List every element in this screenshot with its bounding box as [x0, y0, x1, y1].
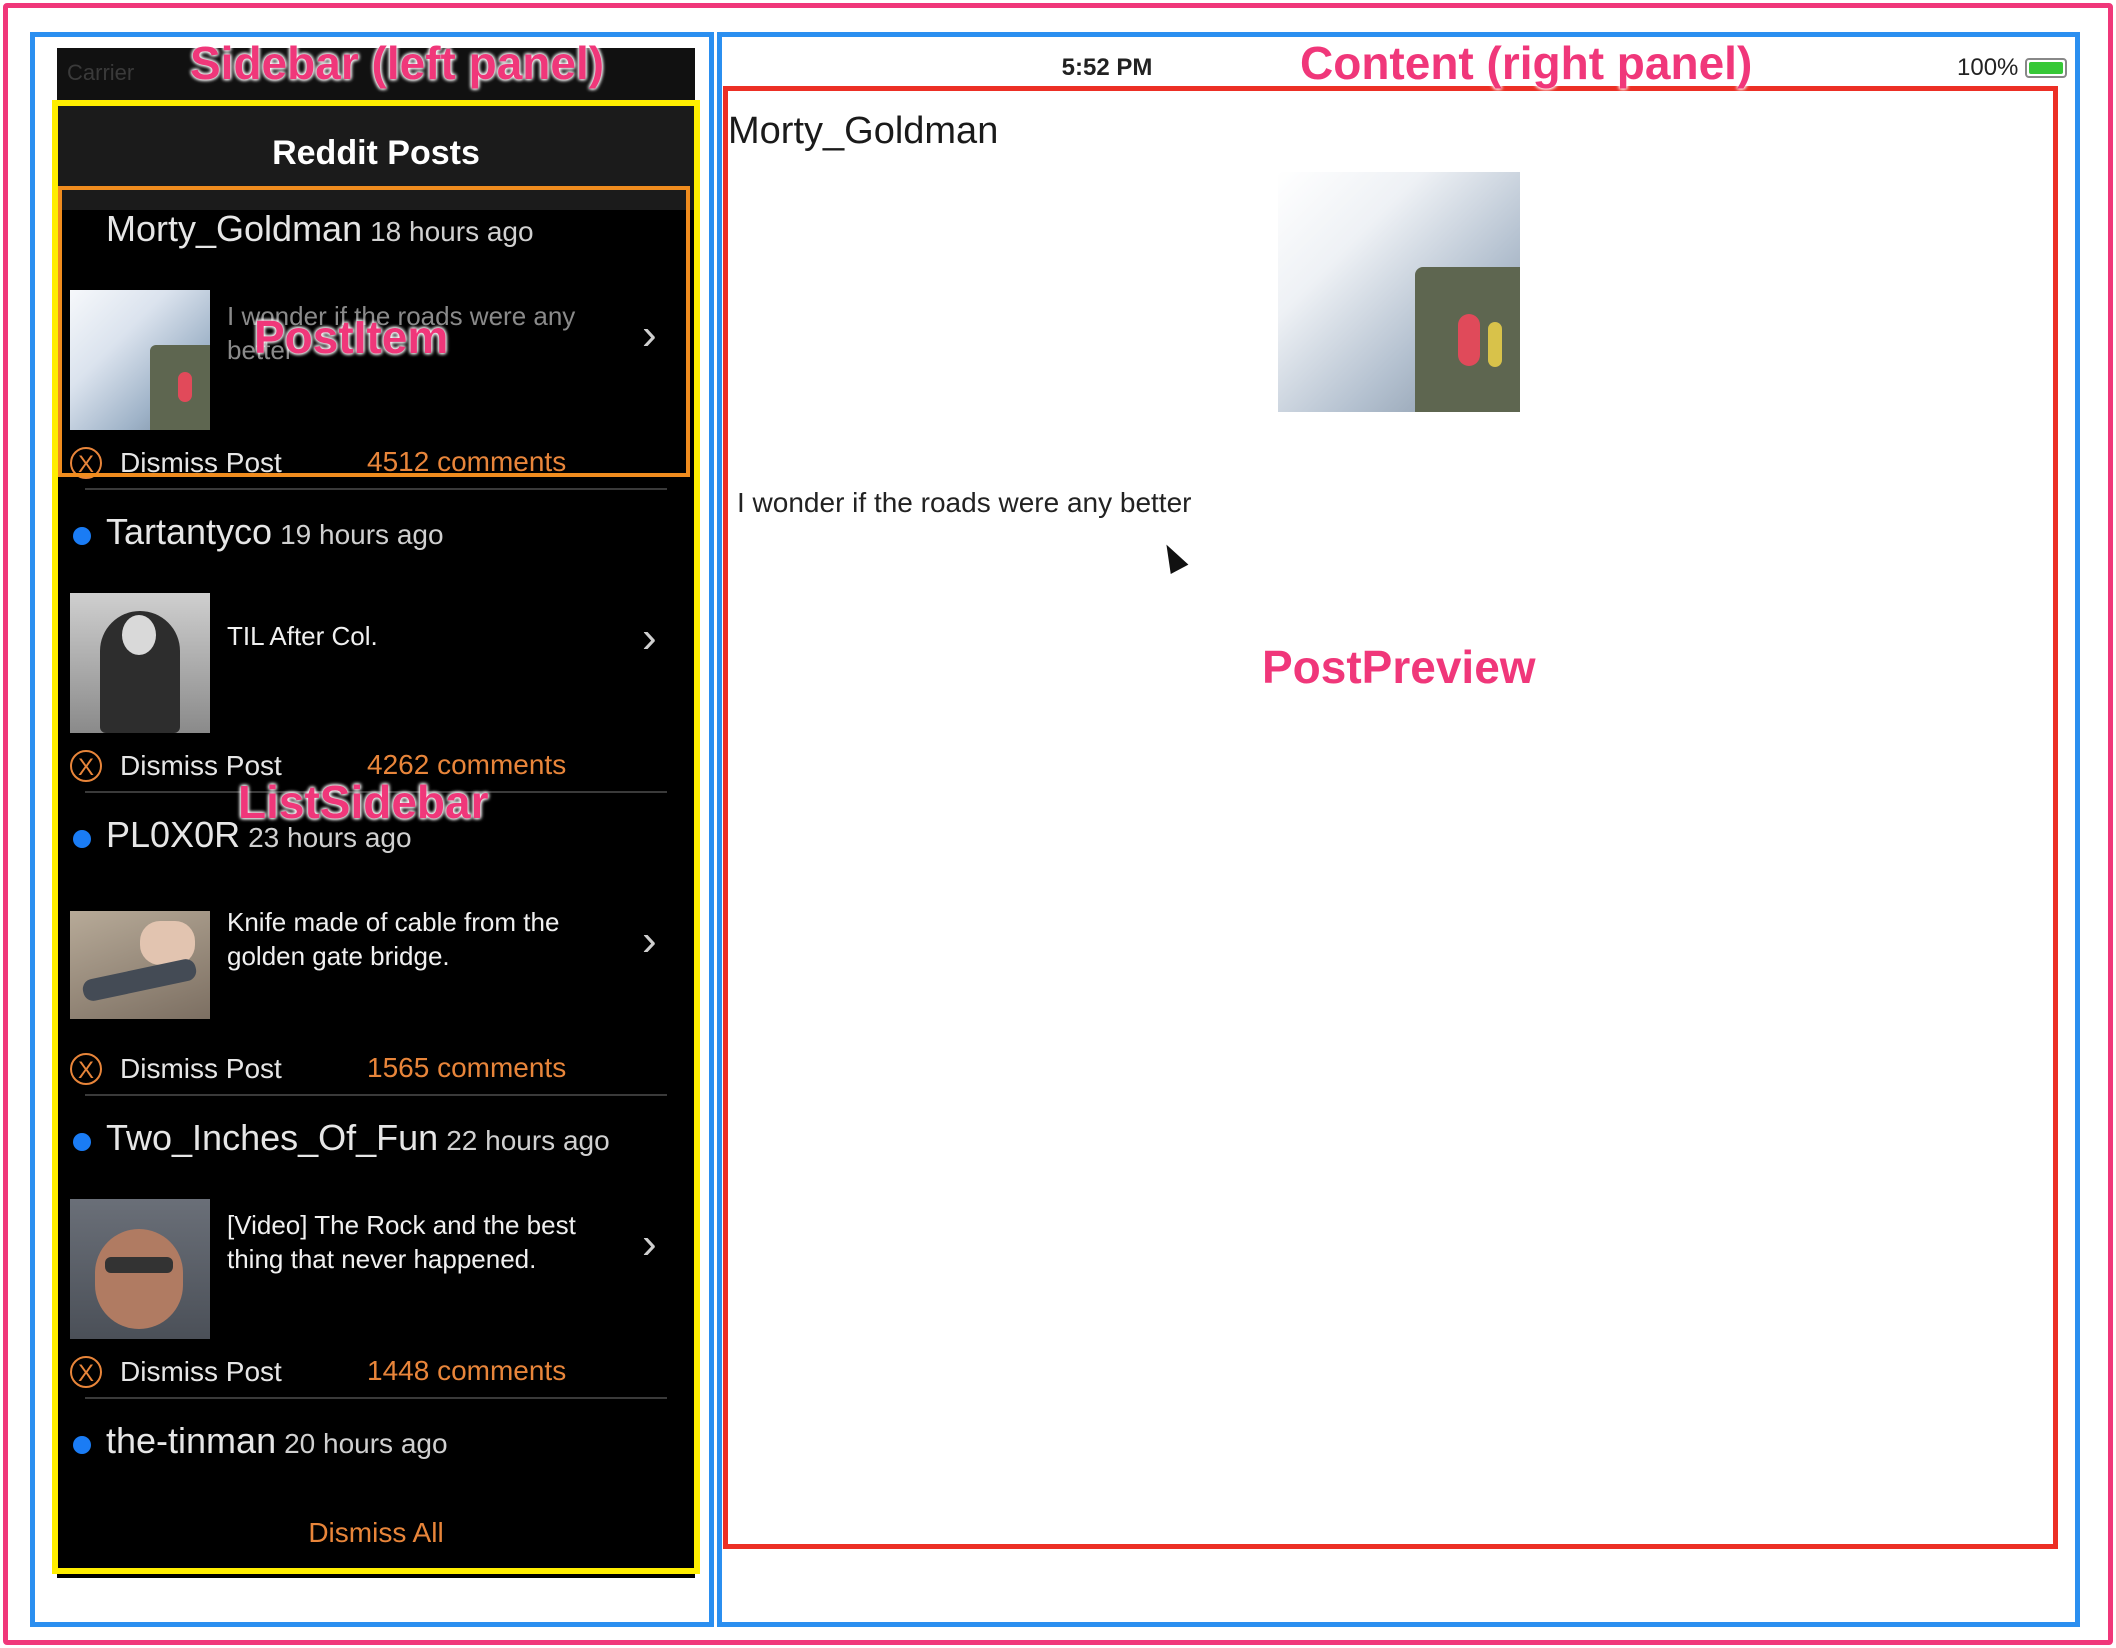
- status-time: 5:52 PM: [1061, 54, 1153, 81]
- annotation-content: Content (right panel): [1300, 37, 1753, 89]
- battery-icon: [2025, 58, 2067, 78]
- annotation-sidebar: Sidebar (left panel): [190, 37, 605, 89]
- annotation-post-item: PostItem: [254, 311, 449, 363]
- battery-percent: 100%: [1957, 54, 2019, 81]
- post-preview-annotation-frame: [723, 86, 2058, 1549]
- carrier-label: Carrier: [67, 60, 135, 85]
- annotation-list-sidebar: ListSidebar: [238, 776, 489, 828]
- annotation-post-preview: PostPreview: [1262, 641, 1536, 693]
